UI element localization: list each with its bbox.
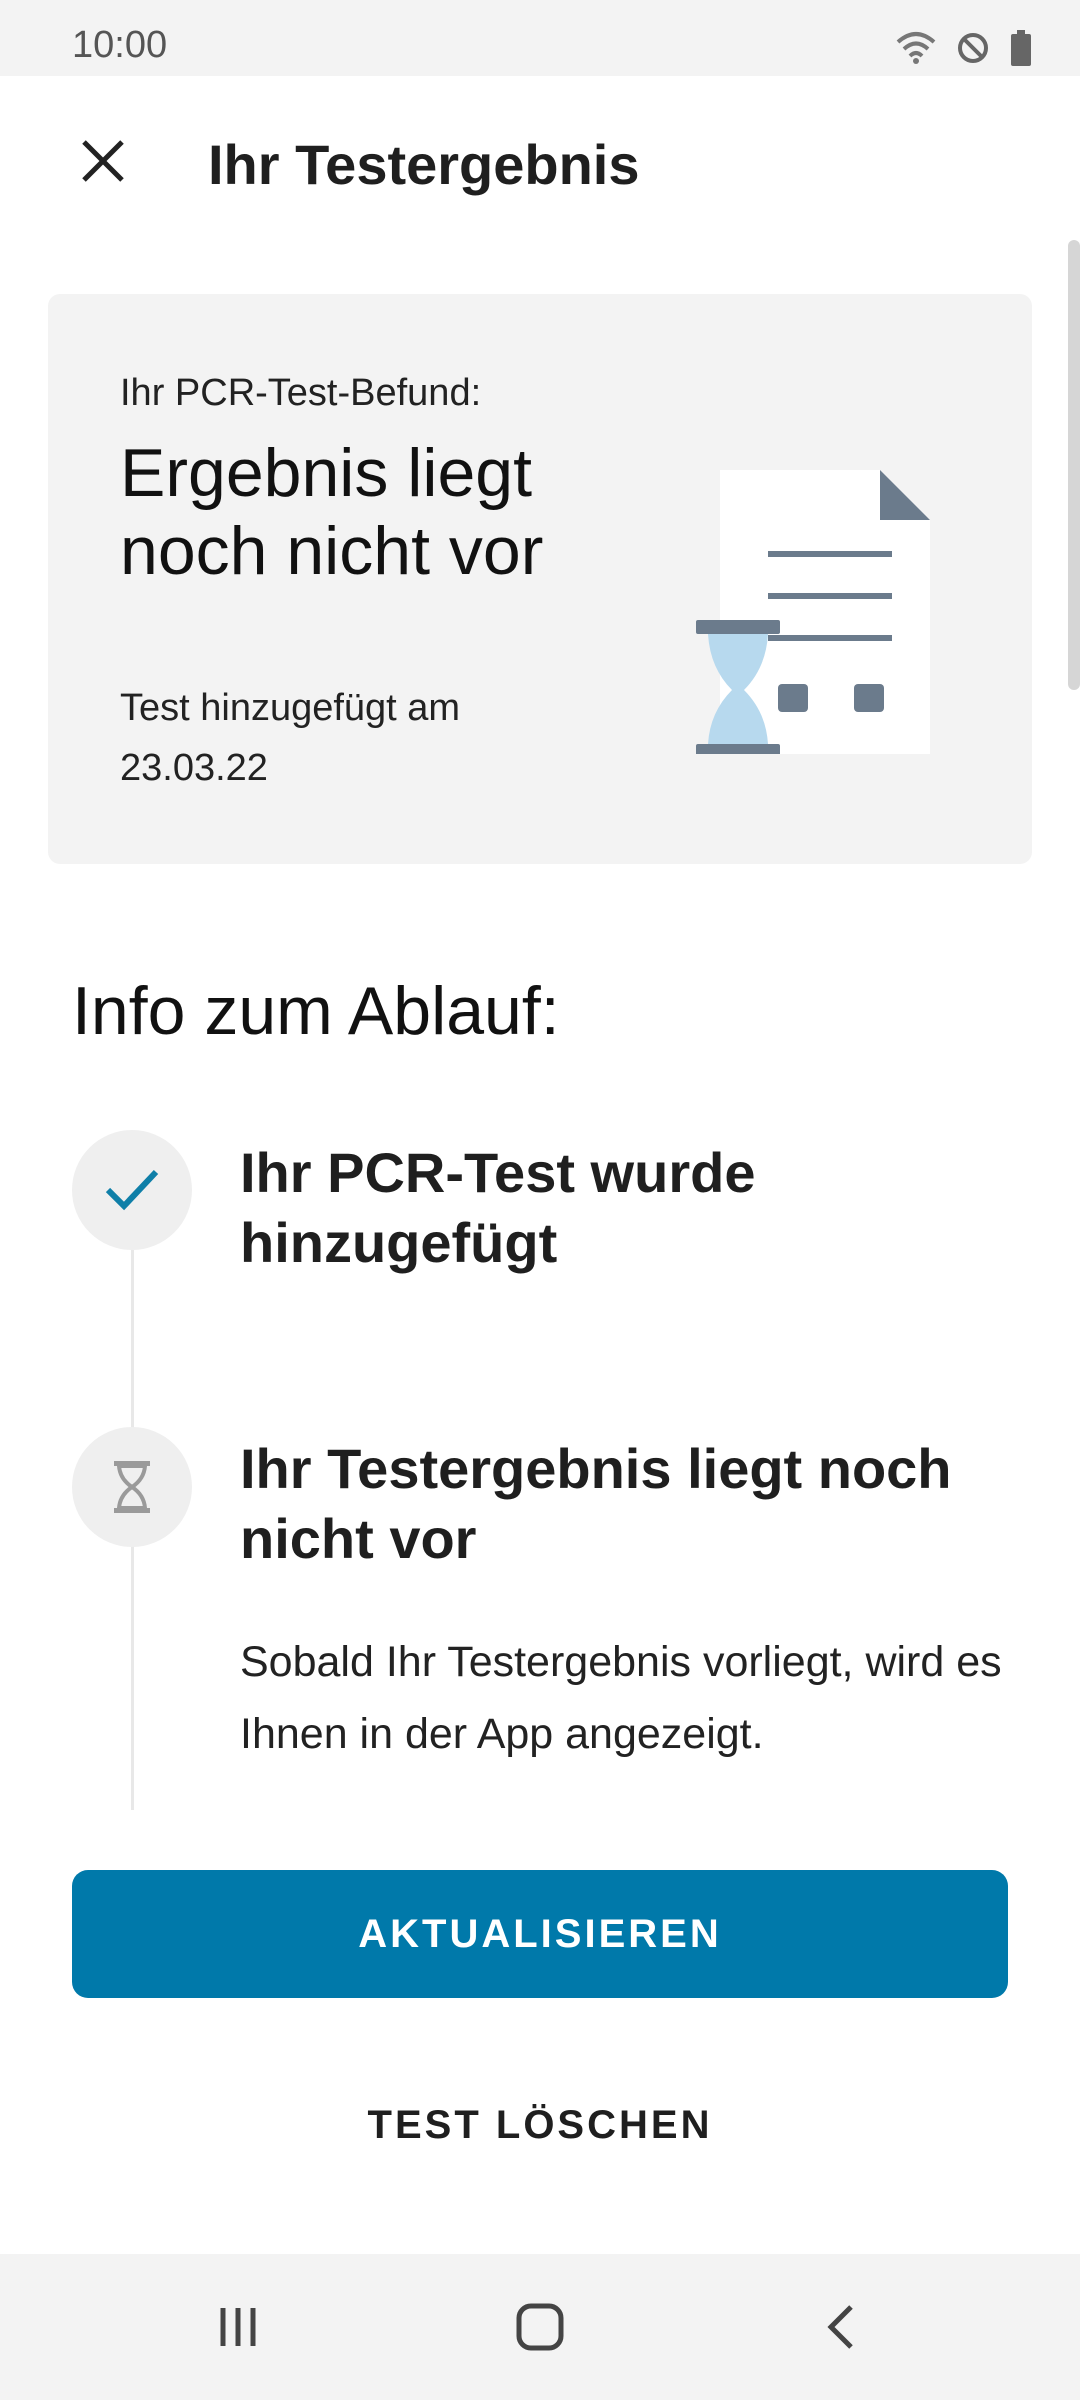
scrollbar[interactable]: [1068, 240, 1080, 690]
wifi-icon: [896, 32, 936, 64]
check-icon: [105, 1169, 159, 1211]
step-description: Sobald Ihr Testergebnis vorliegt, wird e…: [240, 1638, 1002, 1758]
home-icon: [516, 2303, 564, 2351]
test-added-date: Test hinzugefügt am 23.03.22: [120, 687, 461, 789]
step-title: Ihr Testergebnis liegt noch nicht vor: [240, 1437, 952, 1570]
battery-icon: [1011, 30, 1031, 66]
status-bar: 10:00: [0, 0, 1080, 76]
result-card: Ihr PCR-Test-Befund: Ergebnis liegt noch…: [48, 294, 1032, 864]
do-not-disturb-icon: [958, 33, 988, 63]
page-title: Ihr Testergebnis: [208, 133, 640, 196]
back-button[interactable]: [780, 2284, 900, 2370]
back-icon: [827, 2305, 853, 2349]
refresh-button[interactable]: AKTUALISIEREN: [72, 1870, 1008, 1998]
close-button[interactable]: [58, 116, 148, 206]
pending-document-illustration: [696, 470, 930, 754]
recent-apps-icon: [220, 2308, 256, 2346]
result-label: Ihr PCR-Test-Befund:: [120, 372, 482, 414]
info-heading: Info zum Ablauf:: [72, 973, 560, 1049]
status-icons: [896, 24, 1032, 72]
result-status: Ergebnis liegt noch nicht vor: [120, 435, 544, 589]
step-title: Ihr PCR-Test wurde hinzugefügt: [240, 1141, 756, 1274]
close-icon: [82, 140, 124, 182]
system-nav-bar: [0, 2254, 1080, 2400]
delete-test-button[interactable]: TEST LÖSCHEN: [240, 2080, 840, 2170]
status-time: 10:00: [72, 24, 168, 66]
step-pending-circle: [72, 1427, 192, 1547]
app-bar: Ihr Testergebnis: [0, 76, 1080, 256]
step-complete-circle: [72, 1130, 192, 1250]
hourglass-icon: [114, 1461, 150, 1513]
recent-apps-button[interactable]: [178, 2284, 298, 2370]
home-button[interactable]: [480, 2284, 600, 2370]
